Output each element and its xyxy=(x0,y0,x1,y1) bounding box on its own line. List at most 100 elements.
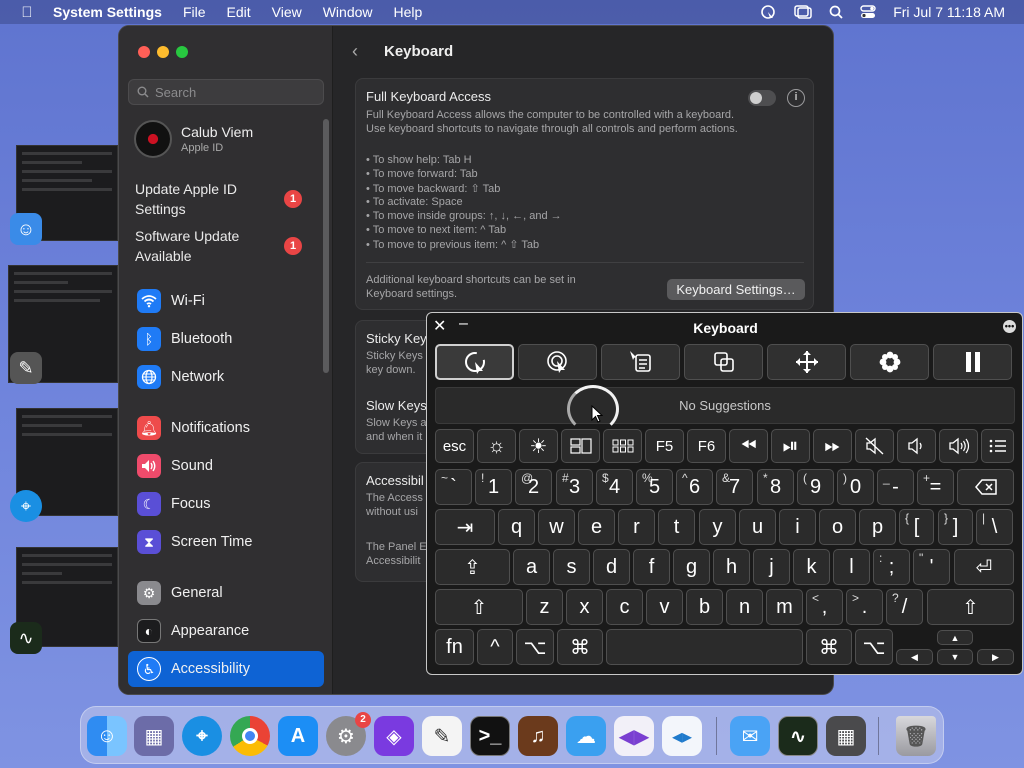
letter-key[interactable]: j xyxy=(753,549,790,585)
safari-icon[interactable]: ⌖ xyxy=(10,490,42,522)
finder-icon[interactable]: ☺ xyxy=(10,213,42,245)
left-command-key[interactable]: ⌘ xyxy=(557,629,603,665)
launchpad-dock-icon[interactable]: ▦ xyxy=(134,716,174,756)
key[interactable]: % 5 xyxy=(636,469,673,505)
letter-key[interactable]: h xyxy=(713,549,750,585)
key[interactable]: ~ ` xyxy=(435,469,472,505)
sidebar-item-general[interactable]: ⚙ General xyxy=(128,577,324,609)
apple-menu-icon[interactable]:  xyxy=(17,4,37,21)
clock[interactable]: Fri Jul 7 11:18 AM xyxy=(893,4,1005,20)
mail-dock-icon[interactable]: ✉ xyxy=(730,716,770,756)
control-key[interactable]: ^ xyxy=(477,629,513,665)
letter-key[interactable]: q xyxy=(498,509,535,545)
sidebar-item-focus[interactable]: ☾ Focus xyxy=(128,488,324,520)
key[interactable]: }] xyxy=(938,509,973,545)
rewind-icon[interactable]: ⏪︎ xyxy=(729,429,768,463)
right-shift-icon[interactable]: ⇧ xyxy=(927,589,1014,625)
minimize-button[interactable] xyxy=(157,46,169,58)
menu-app-name[interactable]: System Settings xyxy=(53,4,162,20)
f5-key[interactable]: F5 xyxy=(645,429,684,463)
letter-key[interactable]: k xyxy=(793,549,830,585)
close-button[interactable] xyxy=(138,46,150,58)
menu-help[interactable]: Help xyxy=(394,4,423,20)
key[interactable]: $4 xyxy=(596,469,633,505)
left-option-key[interactable]: ⌥ xyxy=(516,629,554,665)
key[interactable]: * 8 xyxy=(757,469,794,505)
move-arrows-icon[interactable] xyxy=(767,344,846,380)
chrome-dock-icon[interactable] xyxy=(230,716,270,756)
sidebar-item-network[interactable]: Network xyxy=(128,361,324,393)
list-icon[interactable] xyxy=(981,429,1014,463)
letter-key[interactable]: e xyxy=(578,509,615,545)
key[interactable]: _ - xyxy=(877,469,914,505)
sidebar-item-appearance[interactable]: ◐ Appearance xyxy=(128,615,324,647)
mute-icon[interactable] xyxy=(855,429,894,463)
menu-view[interactable]: View xyxy=(272,4,302,20)
arrow-down-icon[interactable]: ▼ xyxy=(937,649,973,665)
hot-corners-icon[interactable] xyxy=(518,344,597,380)
key[interactable]: <, xyxy=(806,589,843,625)
spotlight-search-icon[interactable] xyxy=(829,5,843,19)
key[interactable]: >. xyxy=(846,589,883,625)
letter-key[interactable]: w xyxy=(538,509,575,545)
letter-key[interactable]: y xyxy=(699,509,736,545)
space-bar[interactable] xyxy=(606,629,803,665)
letter-key[interactable]: z xyxy=(526,589,563,625)
avatar[interactable] xyxy=(134,120,172,158)
panel-editor-icon[interactable] xyxy=(601,344,680,380)
grapher-dock-icon[interactable]: ▦ xyxy=(826,716,866,756)
vscode-dock-icon[interactable]: ◂▸ xyxy=(662,716,702,756)
key[interactable]: #3 xyxy=(556,469,593,505)
tab-icon[interactable]: ⇥ xyxy=(435,509,495,545)
letter-key[interactable]: d xyxy=(593,549,630,585)
accessibility-status-icon[interactable] xyxy=(759,4,777,20)
sidebar-item-sound[interactable]: Sound xyxy=(128,450,324,482)
visual-studio-dock-icon[interactable]: ◀▶ xyxy=(614,716,654,756)
textedit-dock-icon[interactable]: ✎ xyxy=(422,716,462,756)
user-name[interactable]: Calub Viem xyxy=(181,124,253,140)
volume-up-icon[interactable] xyxy=(939,429,978,463)
info-icon[interactable]: i xyxy=(787,89,805,107)
delete-icon[interactable] xyxy=(957,469,1014,505)
key[interactable]: (9 xyxy=(797,469,834,505)
letter-key[interactable]: i xyxy=(779,509,816,545)
arrow-up-icon[interactable]: ▲ xyxy=(937,630,973,645)
search-field[interactable]: Search xyxy=(128,79,324,105)
sidebar-item-notifications[interactable]: 🔔︎ Notifications xyxy=(128,412,324,444)
brightness-down-icon[interactable]: ☼ xyxy=(477,429,516,463)
letter-key[interactable]: p xyxy=(859,509,896,545)
menu-file[interactable]: File xyxy=(183,4,206,20)
sidebar-item-screen-time[interactable]: ⧗ Screen Time xyxy=(128,526,324,558)
finder-dock-icon[interactable]: ☺ xyxy=(87,716,127,756)
sidebar-scrollbar[interactable] xyxy=(323,119,329,373)
fast-forward-icon[interactable]: ⏩︎ xyxy=(813,429,852,463)
activity-monitor-dock-icon[interactable]: ∿ xyxy=(778,716,818,756)
letter-key[interactable]: m xyxy=(766,589,803,625)
letter-key[interactable]: b xyxy=(686,589,723,625)
panel-options-icon[interactable]: ••• xyxy=(1003,320,1016,333)
right-command-key[interactable]: ⌘ xyxy=(806,629,852,665)
volume-down-icon[interactable] xyxy=(897,429,936,463)
key[interactable]: | \ xyxy=(976,509,1013,545)
system-settings-dock-icon[interactable]: ⚙ 2 xyxy=(326,712,371,756)
fka-toggle[interactable] xyxy=(748,90,776,106)
app-store-dock-icon[interactable]: A xyxy=(278,716,318,756)
f6-key[interactable]: F6 xyxy=(687,429,726,463)
letter-key[interactable]: v xyxy=(646,589,683,625)
key[interactable]: :; xyxy=(873,549,910,585)
letter-key[interactable]: r xyxy=(618,509,655,545)
menu-window[interactable]: Window xyxy=(323,4,373,20)
brightness-up-icon[interactable]: ☀ xyxy=(519,429,558,463)
sidebar-item-accessibility[interactable]: ♿︎ Accessibility xyxy=(128,651,324,687)
letter-key[interactable]: g xyxy=(673,549,710,585)
control-center-icon[interactable] xyxy=(860,5,876,19)
safari-dock-icon[interactable]: ⌖ xyxy=(182,716,222,756)
letter-key[interactable]: s xyxy=(553,549,590,585)
pause-icon[interactable] xyxy=(933,344,1012,380)
key[interactable]: " ' xyxy=(913,549,950,585)
key[interactable]: ? / xyxy=(886,589,923,625)
terminal-dock-icon[interactable]: >_ xyxy=(470,716,510,756)
caps-lock-icon[interactable]: ⇪ xyxy=(435,549,510,585)
letter-key[interactable]: x xyxy=(566,589,603,625)
letter-key[interactable]: l xyxy=(833,549,870,585)
